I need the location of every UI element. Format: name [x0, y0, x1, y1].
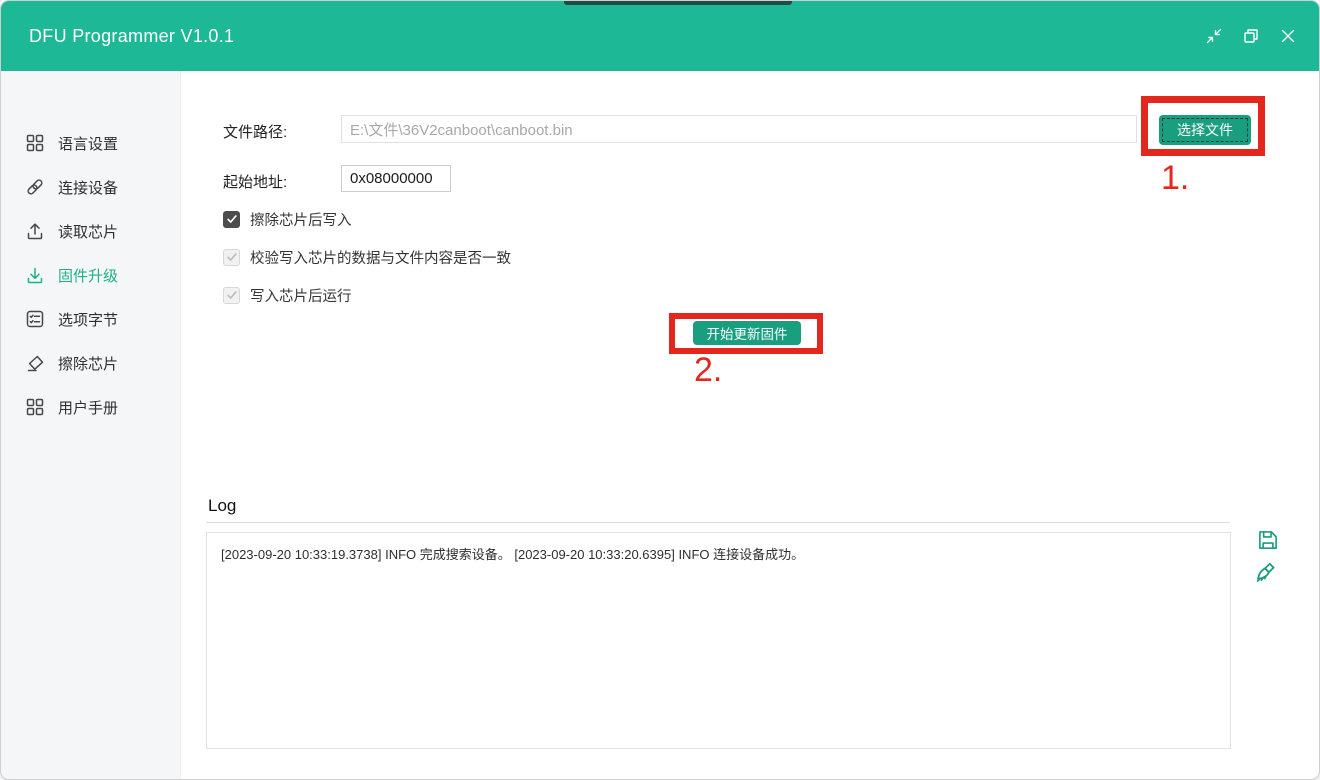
checkbox-checked-disabled-icon	[223, 249, 240, 266]
collapse-button[interactable]	[1201, 23, 1227, 49]
save-log-button[interactable]	[1253, 525, 1283, 555]
sidebar-item-user-manual[interactable]: 用户手册	[1, 385, 180, 429]
sidebar-item-label: 连接设备	[58, 177, 118, 198]
log-divider	[206, 522, 1230, 523]
start-address-label: 起始地址:	[223, 171, 287, 192]
checkbox-erase-before-write[interactable]: 擦除芯片后写入	[223, 209, 352, 229]
link-icon	[25, 177, 45, 197]
close-button[interactable]	[1275, 23, 1301, 49]
checkbox-checked-disabled-icon	[223, 287, 240, 304]
start-address-input[interactable]	[341, 165, 451, 192]
checkbox-verify-data: 校验写入芯片的数据与文件内容是否一致	[223, 247, 511, 267]
checkbox-run-after-write: 写入芯片后运行	[223, 285, 352, 305]
clear-log-button[interactable]	[1251, 559, 1281, 589]
titlebar: DFU Programmer V1.0.1	[1, 1, 1319, 71]
download-icon	[25, 265, 45, 285]
file-path-input[interactable]	[341, 115, 1137, 143]
sidebar: 语言设置 连接设备 读取芯片 固件升级	[1, 71, 181, 779]
log-output[interactable]: [2023-09-20 10:33:19.3738] INFO 完成搜索设备。 …	[206, 532, 1231, 749]
collapse-icon	[1205, 27, 1223, 45]
sidebar-item-label: 选项字节	[58, 309, 118, 330]
sidebar-item-firmware-upgrade[interactable]: 固件升级	[1, 253, 180, 297]
sidebar-item-label: 擦除芯片	[58, 353, 118, 374]
file-path-label: 文件路径:	[223, 121, 287, 142]
sidebar-item-label: 固件升级	[58, 265, 118, 286]
choose-file-button[interactable]: 选择文件	[1159, 115, 1251, 145]
app-window: DFU Programmer V1.0.1	[0, 0, 1320, 780]
sidebar-item-erase-chip[interactable]: 擦除芯片	[1, 341, 180, 385]
log-heading: Log	[208, 496, 236, 516]
save-log-icon	[1255, 527, 1281, 553]
maximize-icon	[1242, 27, 1260, 45]
window-title: DFU Programmer V1.0.1	[29, 1, 234, 71]
screen-notch	[564, 1, 792, 5]
checklist-icon	[25, 309, 45, 329]
close-icon	[1279, 27, 1297, 45]
maximize-button[interactable]	[1238, 23, 1264, 49]
clear-log-icon	[1252, 560, 1280, 588]
sidebar-item-language-settings[interactable]: 语言设置	[1, 121, 180, 165]
grid-icon	[25, 133, 45, 153]
start-firmware-update-button[interactable]: 开始更新固件	[693, 321, 801, 345]
sidebar-item-option-bytes[interactable]: 选项字节	[1, 297, 180, 341]
checkbox-label: 校验写入芯片的数据与文件内容是否一致	[250, 247, 511, 268]
sidebar-item-label: 读取芯片	[58, 221, 118, 242]
upload-icon	[25, 221, 45, 241]
checkbox-checked-icon	[223, 211, 240, 228]
sidebar-item-connect-device[interactable]: 连接设备	[1, 165, 180, 209]
sidebar-item-label: 用户手册	[58, 397, 118, 418]
annotation-step-2: 2.	[694, 351, 722, 390]
window-controls	[1201, 1, 1301, 71]
grid-icon	[25, 397, 45, 417]
sidebar-item-label: 语言设置	[58, 133, 118, 154]
checkbox-label: 写入芯片后运行	[250, 285, 352, 306]
annotation-step-1: 1.	[1161, 159, 1189, 198]
checkbox-label: 擦除芯片后写入	[250, 209, 352, 230]
sidebar-item-read-chip[interactable]: 读取芯片	[1, 209, 180, 253]
eraser-icon	[25, 353, 45, 373]
log-text: [2023-09-20 10:33:19.3738] INFO 完成搜索设备。 …	[221, 547, 804, 562]
